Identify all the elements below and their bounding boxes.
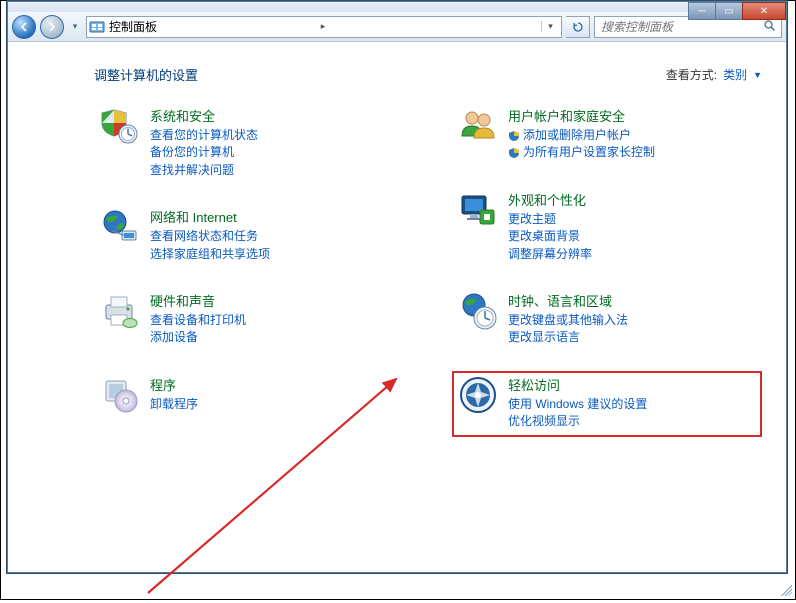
- category-title[interactable]: 程序: [150, 375, 198, 394]
- category-system-security: 系统和安全 查看您的计算机状态 备份您的计算机 查找并解决问题: [94, 102, 404, 185]
- category-link[interactable]: 查找并解决问题: [150, 162, 258, 179]
- category-title[interactable]: 系统和安全: [150, 106, 258, 125]
- left-column: 系统和安全 查看您的计算机状态 备份您的计算机 查找并解决问题: [94, 102, 404, 455]
- category-link[interactable]: 卸载程序: [150, 396, 198, 413]
- category-programs: 程序 卸载程序: [94, 371, 404, 421]
- printer-icon: [100, 291, 140, 331]
- resize-grip[interactable]: [778, 582, 792, 596]
- control-panel-icon: [89, 19, 105, 35]
- appearance-icon: [458, 190, 498, 230]
- category-title[interactable]: 硬件和声音: [150, 291, 246, 310]
- uac-shield-icon: [508, 147, 520, 159]
- view-by-value[interactable]: 类别: [723, 66, 747, 83]
- category-clock-region: 时钟、语言和区域 更改键盘或其他输入法 更改显示语言: [452, 287, 762, 353]
- refresh-button[interactable]: [566, 16, 590, 38]
- forward-button[interactable]: [40, 15, 64, 39]
- category-title[interactable]: 网络和 Internet: [150, 207, 270, 226]
- right-column: 用户帐户和家庭安全 添加或删除用户帐户 为所有用户设置家长控制: [452, 102, 762, 455]
- search-icon[interactable]: [761, 19, 777, 35]
- category-link[interactable]: 查看您的计算机状态: [150, 127, 258, 144]
- window-titlebar: ─ ▭ ✕: [8, 2, 786, 12]
- minimize-button[interactable]: ─: [688, 2, 716, 20]
- navigation-bar: ▾ 控制面板 ▸ ▾: [8, 12, 786, 42]
- category-link[interactable]: 优化视频显示: [508, 413, 647, 430]
- category-link[interactable]: 更改桌面背景: [508, 228, 592, 245]
- view-by-dropdown-icon[interactable]: ▼: [753, 70, 762, 80]
- content-area: 调整计算机的设置 查看方式: 类别 ▼: [8, 43, 786, 572]
- category-link[interactable]: 查看设备和打印机: [150, 312, 246, 329]
- category-appearance: 外观和个性化 更改主题 更改桌面背景 调整屏幕分辨率: [452, 186, 762, 269]
- close-button[interactable]: ✕: [742, 2, 786, 20]
- view-by-label: 查看方式:: [666, 66, 717, 83]
- category-ease-of-access: 轻松访问 使用 Windows 建议的设置 优化视频显示: [452, 371, 762, 437]
- search-input[interactable]: [599, 19, 761, 35]
- user-accounts-icon: [458, 106, 498, 146]
- category-link[interactable]: 调整屏幕分辨率: [508, 246, 592, 263]
- category-title[interactable]: 外观和个性化: [508, 190, 592, 209]
- category-link[interactable]: 为所有用户设置家长控制: [508, 144, 655, 161]
- clock-globe-icon: [458, 291, 498, 331]
- view-by-control[interactable]: 查看方式: 类别 ▼: [666, 66, 762, 83]
- category-link[interactable]: 添加设备: [150, 329, 246, 346]
- breadcrumb-text[interactable]: 控制面板: [109, 18, 311, 35]
- category-link[interactable]: 查看网络状态和任务: [150, 228, 270, 245]
- category-link[interactable]: 使用 Windows 建议的设置: [508, 396, 647, 413]
- shield-chart-icon: [100, 106, 140, 146]
- ease-of-access-icon: [458, 375, 498, 415]
- category-network-internet: 网络和 Internet 查看网络状态和任务 选择家庭组和共享选项: [94, 203, 404, 269]
- category-title[interactable]: 时钟、语言和区域: [508, 291, 628, 310]
- recent-pages-dropdown[interactable]: ▾: [68, 17, 82, 37]
- address-bar[interactable]: 控制面板 ▸ ▾: [86, 16, 562, 38]
- globe-network-icon: [100, 207, 140, 247]
- address-history-dropdown[interactable]: ▾: [541, 21, 559, 32]
- uac-shield-icon: [508, 130, 520, 142]
- category-link[interactable]: 添加或删除用户帐户: [508, 127, 655, 144]
- category-hardware-sound: 硬件和声音 查看设备和打印机 添加设备: [94, 287, 404, 353]
- category-title[interactable]: 轻松访问: [508, 375, 647, 394]
- category-user-accounts: 用户帐户和家庭安全 添加或删除用户帐户 为所有用户设置家长控制: [452, 102, 762, 168]
- category-link[interactable]: 更改显示语言: [508, 329, 628, 346]
- breadcrumb-chevron-icon[interactable]: ▸: [315, 21, 331, 32]
- category-link[interactable]: 选择家庭组和共享选项: [150, 246, 270, 263]
- category-title[interactable]: 用户帐户和家庭安全: [508, 106, 655, 125]
- category-link[interactable]: 备份您的计算机: [150, 144, 258, 161]
- category-link[interactable]: 更改主题: [508, 211, 592, 228]
- programs-disc-icon: [100, 375, 140, 415]
- maximize-button[interactable]: ▭: [715, 2, 743, 20]
- category-link[interactable]: 更改键盘或其他输入法: [508, 312, 628, 329]
- back-button[interactable]: [12, 15, 36, 39]
- page-heading: 调整计算机的设置: [94, 65, 198, 84]
